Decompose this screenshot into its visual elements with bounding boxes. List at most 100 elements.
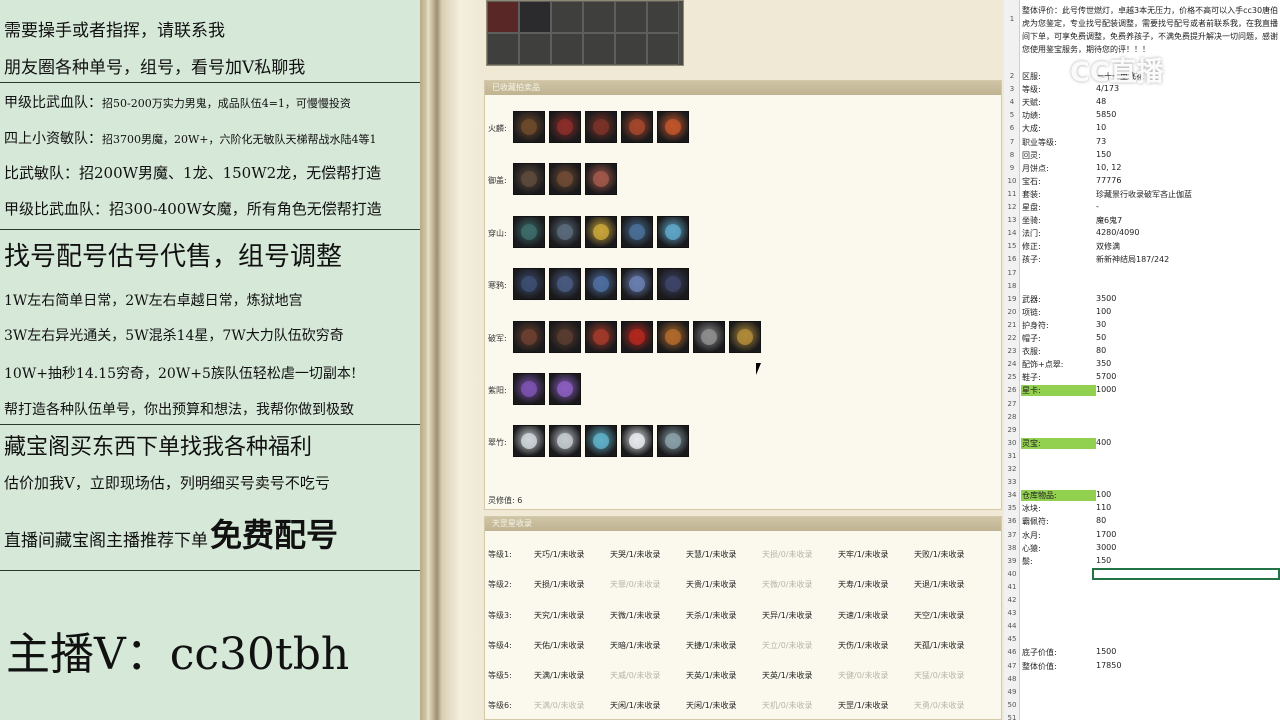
sheet-value-cell[interactable]: 77776 xyxy=(1096,176,1121,185)
sheet-value-cell[interactable]: 1700 xyxy=(1096,530,1116,539)
sheet-value-cell[interactable]: - xyxy=(1096,202,1099,211)
sheet-key-cell[interactable]: 区服: xyxy=(1022,71,1041,82)
bag-slot[interactable] xyxy=(615,1,647,33)
equipment-icon[interactable] xyxy=(657,425,689,457)
equipment-icon[interactable] xyxy=(549,373,581,405)
equipment-icon[interactable] xyxy=(585,111,617,143)
sheet-key-cell[interactable]: 衣服: xyxy=(1022,346,1041,357)
sheet-key-cell[interactable]: 宝石: xyxy=(1022,176,1041,187)
equipment-icon[interactable] xyxy=(513,268,545,300)
equipment-icon[interactable] xyxy=(621,111,653,143)
sheet-value-cell[interactable]: 150 xyxy=(1096,150,1111,159)
sheet-key-cell[interactable]: 回灵: xyxy=(1022,150,1041,161)
sheet-key-cell[interactable]: 修正: xyxy=(1022,241,1041,252)
equipment-icon[interactable] xyxy=(621,425,653,457)
sheet-key-cell[interactable]: 霸佩符: xyxy=(1022,516,1049,527)
sheet-value-cell[interactable]: 4280/4090 xyxy=(1096,228,1139,237)
sheet-key-cell[interactable]: 整体价值: xyxy=(1022,661,1057,672)
bag-slot[interactable] xyxy=(583,33,615,65)
sheet-value-cell[interactable]: 珍藏景行收录破军吝止伽蓝 xyxy=(1096,189,1192,200)
sheet-key-cell[interactable]: 星卡: xyxy=(1022,385,1041,396)
equipment-icon[interactable] xyxy=(585,163,617,195)
sheet-key-cell[interactable]: 套装: xyxy=(1022,189,1041,200)
sheet-key-cell[interactable]: 天赋: xyxy=(1022,97,1041,108)
sheet-key-cell[interactable]: 鞋子: xyxy=(1022,372,1041,383)
sheet-key-cell[interactable]: 大成: xyxy=(1022,123,1041,134)
sheet-key-cell[interactable]: 法门: xyxy=(1022,228,1041,239)
sheet-value-cell[interactable]: 新新神结局187/242 xyxy=(1096,254,1169,265)
equipment-icon[interactable] xyxy=(585,321,617,353)
bag-slot[interactable] xyxy=(487,1,519,33)
bag-slot[interactable] xyxy=(647,33,679,65)
sheet-key-cell[interactable]: 帽子: xyxy=(1022,333,1041,344)
sheet-key-cell[interactable]: 鬃: xyxy=(1022,556,1033,567)
bag-slot[interactable] xyxy=(487,33,519,65)
sheet-key-cell[interactable]: 护身符: xyxy=(1022,320,1049,331)
equipment-icon[interactable] xyxy=(549,111,581,143)
equipment-icon[interactable] xyxy=(549,163,581,195)
sheet-value-cell[interactable]: 110 xyxy=(1096,503,1111,512)
sheet-value-cell[interactable]: 48 xyxy=(1096,97,1106,106)
equipment-icon[interactable] xyxy=(621,268,653,300)
sheet-value-cell[interactable]: 100 xyxy=(1096,307,1111,316)
sheet-value-cell[interactable]: 50 xyxy=(1096,333,1106,342)
sheet-key-cell[interactable]: 底子价值: xyxy=(1022,647,1057,658)
sheet-value-cell[interactable]: 100 xyxy=(1096,490,1111,499)
sheet-key-cell[interactable]: 月饼点: xyxy=(1022,163,1049,174)
sheet-value-cell[interactable]: 17850 xyxy=(1096,661,1121,670)
equipment-icon[interactable] xyxy=(513,425,545,457)
equipment-icon[interactable] xyxy=(729,321,761,353)
bag-slot[interactable] xyxy=(519,1,551,33)
equipment-icon[interactable] xyxy=(621,216,653,248)
equipment-icon[interactable] xyxy=(513,111,545,143)
sheet-value-cell[interactable]: 5850 xyxy=(1096,110,1116,119)
sheet-key-cell[interactable]: 冰块: xyxy=(1022,503,1041,514)
selected-cell[interactable] xyxy=(1092,568,1280,580)
equipment-icon[interactable] xyxy=(693,321,725,353)
equipment-icon[interactable] xyxy=(585,425,617,457)
sheet-key-cell[interactable]: 仓库物品: xyxy=(1022,490,1057,501)
sheet-value-cell[interactable]: 魔6鬼7 xyxy=(1096,215,1122,226)
summary-cell[interactable]: 整体评价：此号传世燃灯，卓越3本无压力，价格不高可以入手cc30唐伯虎为您鉴定，… xyxy=(1022,4,1280,56)
bag-slot[interactable] xyxy=(647,1,679,33)
sheet-key-cell[interactable]: 心猿: xyxy=(1022,543,1041,554)
equipment-icon[interactable] xyxy=(585,216,617,248)
equipment-icon[interactable] xyxy=(657,268,689,300)
sheet-value-cell[interactable]: 80 xyxy=(1096,516,1106,525)
sheet-key-cell[interactable]: 配饰+点翠: xyxy=(1022,359,1063,370)
sheet-value-cell[interactable]: 1000 xyxy=(1096,385,1116,394)
sheet-key-cell[interactable]: 项链: xyxy=(1022,307,1041,318)
sheet-value-cell[interactable]: 150 xyxy=(1096,556,1111,565)
sheet-value-cell[interactable]: 3000 xyxy=(1096,543,1116,552)
sheet-key-cell[interactable]: 坐骑: xyxy=(1022,215,1041,226)
sheet-value-cell[interactable]: 10 xyxy=(1096,123,1106,132)
bag-slot[interactable] xyxy=(551,33,583,65)
equipment-icon[interactable] xyxy=(513,373,545,405)
sheet-key-cell[interactable]: 水月: xyxy=(1022,530,1041,541)
sheet-key-cell[interactable]: 等级: xyxy=(1022,84,1041,95)
sheet-value-cell[interactable]: 350 xyxy=(1096,359,1111,368)
bag-slot[interactable] xyxy=(615,33,647,65)
equipment-icon[interactable] xyxy=(657,216,689,248)
sheet-value-cell[interactable]: 1500 xyxy=(1096,647,1116,656)
equipment-icon[interactable] xyxy=(549,425,581,457)
equipment-icon[interactable] xyxy=(621,321,653,353)
equipment-icon[interactable] xyxy=(549,216,581,248)
equipment-icon[interactable] xyxy=(657,321,689,353)
equipment-icon[interactable] xyxy=(513,163,545,195)
equipment-icon[interactable] xyxy=(549,321,581,353)
sheet-value-cell[interactable]: 80 xyxy=(1096,346,1106,355)
sheet-key-cell[interactable]: 孩子: xyxy=(1022,254,1041,265)
sheet-value-cell[interactable]: 5700 xyxy=(1096,372,1116,381)
bag-slot[interactable] xyxy=(551,1,583,33)
sheet-value-cell[interactable]: 400 xyxy=(1096,438,1111,447)
sheet-value-cell[interactable]: 双修满 xyxy=(1096,241,1120,252)
equipment-icon[interactable] xyxy=(657,111,689,143)
equipment-icon[interactable] xyxy=(585,268,617,300)
equipment-icon[interactable] xyxy=(549,268,581,300)
sheet-value-cell[interactable]: 30 xyxy=(1096,320,1106,329)
sheet-value-cell[interactable]: 73 xyxy=(1096,137,1106,146)
sheet-key-cell[interactable]: 武器: xyxy=(1022,294,1041,305)
bag-slot[interactable] xyxy=(519,33,551,65)
sheet-key-cell[interactable]: 星盘: xyxy=(1022,202,1041,213)
